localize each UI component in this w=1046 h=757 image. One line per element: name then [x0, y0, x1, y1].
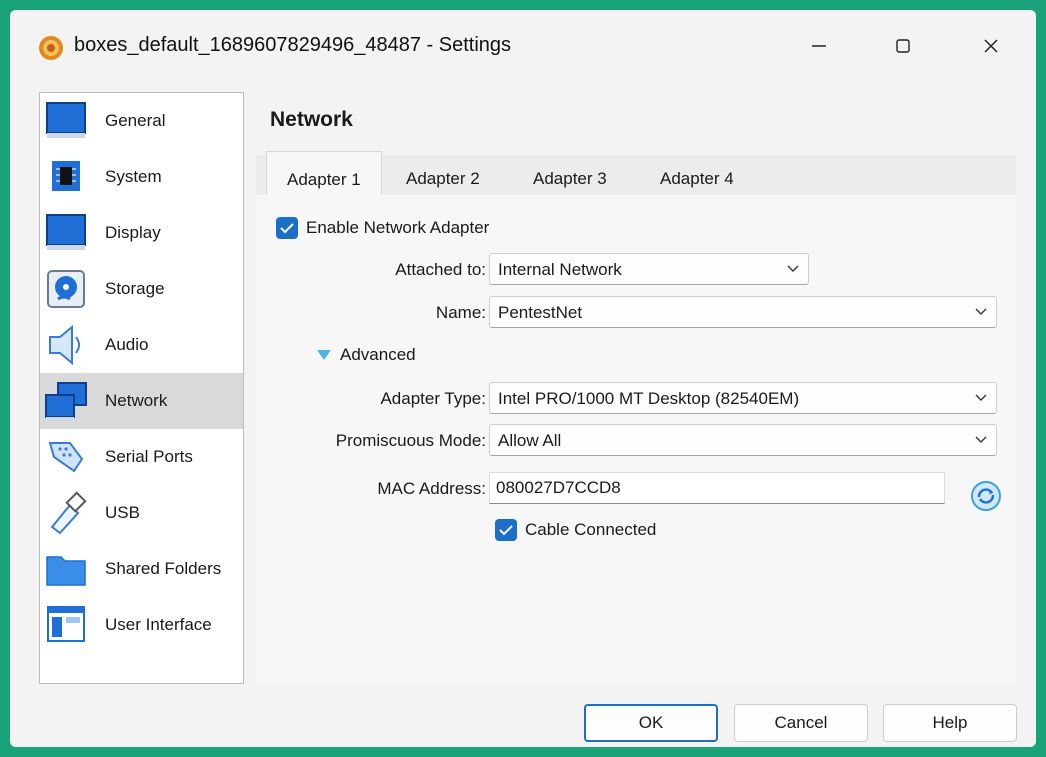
promiscuous-mode-select[interactable]: Allow All — [489, 424, 997, 456]
sidebar-item-network[interactable]: Network — [40, 373, 243, 429]
attached-to-label: Attached to: — [395, 260, 486, 279]
chevron-down-icon — [975, 436, 987, 443]
adapter-tabs: Adapter 1 Adapter 2 Adapter 3 Adapter 4 — [256, 151, 1016, 195]
virtualbox-gear-icon — [39, 36, 63, 60]
tab-adapter-1[interactable]: Adapter 1 — [266, 151, 382, 195]
mac-address-input[interactable] — [496, 478, 926, 498]
enable-adapter-checkbox[interactable] — [276, 217, 298, 239]
mac-address-field[interactable] — [489, 472, 945, 504]
attached-to-value: Internal Network — [498, 260, 622, 279]
maximize-button[interactable] — [880, 28, 926, 64]
sidebar-item-label: Shared Folders — [105, 559, 222, 578]
tab-adapter-4[interactable]: Adapter 4 — [660, 155, 734, 195]
settings-window: boxes_default_1689607829496_48487 - Sett… — [10, 10, 1036, 747]
cable-connected-checkbox[interactable] — [495, 519, 517, 541]
network-icon — [45, 382, 87, 421]
serial-port-icon — [48, 442, 84, 473]
checkmark-icon — [499, 525, 513, 536]
triangle-down-icon — [317, 350, 331, 360]
sidebar-item-label: Audio — [105, 335, 149, 354]
generate-mac-button[interactable] — [970, 480, 1002, 512]
sidebar-item-label: Network — [105, 391, 168, 410]
window-title: boxes_default_1689607829496_48487 - Sett… — [74, 34, 512, 56]
cable-connected-label: Cable Connected — [525, 520, 657, 539]
mac-address-label: MAC Address: — [377, 479, 486, 498]
enable-adapter-label: Enable Network Adapter — [306, 218, 490, 237]
sidebar-item-user-interface[interactable]: User Interface — [40, 597, 243, 653]
tab-adapter-3[interactable]: Adapter 3 — [533, 155, 607, 195]
close-icon — [984, 39, 998, 53]
sidebar-item-label: USB — [105, 503, 140, 522]
user-interface-icon — [47, 606, 85, 642]
sidebar-item-shared-folders[interactable]: Shared Folders — [40, 541, 243, 597]
sidebar-item-system[interactable]: System — [40, 149, 243, 205]
name-label: Name: — [435, 303, 486, 322]
promiscuous-mode-value: Allow All — [498, 431, 562, 450]
sidebar-item-audio[interactable]: Audio — [40, 317, 243, 373]
cancel-button[interactable]: Cancel — [734, 704, 868, 742]
promiscuous-mode-label: Promiscuous Mode: — [335, 431, 486, 450]
sidebar-item-general[interactable]: General — [40, 93, 243, 149]
advanced-label: Advanced — [340, 345, 416, 364]
chevron-down-icon — [975, 394, 987, 401]
page-title: Network — [270, 108, 353, 131]
tab-adapter-2[interactable]: Adapter 2 — [406, 155, 480, 195]
folder-icon — [46, 556, 86, 586]
checkmark-icon — [280, 223, 294, 234]
display-monitor-icon — [46, 214, 86, 250]
usb-icon — [50, 491, 87, 535]
network-name-select[interactable]: PentestNet — [489, 296, 997, 328]
help-button[interactable]: Help — [883, 704, 1017, 742]
sidebar-item-label: General — [105, 111, 166, 130]
adapter-type-select[interactable]: Intel PRO/1000 MT Desktop (82540EM) — [489, 382, 997, 414]
audio-speaker-icon — [49, 324, 80, 366]
general-icon — [46, 102, 86, 138]
maximize-icon — [896, 39, 910, 53]
settings-sidebar: General System Display Storage Audio Net… — [39, 92, 244, 684]
storage-disk-icon — [47, 270, 85, 308]
sidebar-item-label: Display — [105, 223, 161, 242]
chevron-down-icon — [975, 308, 987, 315]
attached-to-select[interactable]: Internal Network — [489, 253, 809, 285]
advanced-toggle[interactable]: Advanced — [316, 345, 436, 369]
adapter-type-label: Adapter Type: — [380, 389, 486, 408]
minimize-button[interactable] — [796, 28, 842, 64]
sidebar-item-label: User Interface — [105, 615, 212, 634]
adapter-type-value: Intel PRO/1000 MT Desktop (82540EM) — [498, 389, 800, 408]
sidebar-item-label: Storage — [105, 279, 165, 298]
ok-button[interactable]: OK — [584, 704, 718, 742]
sidebar-item-display[interactable]: Display — [40, 205, 243, 261]
system-chip-icon — [52, 161, 80, 191]
network-name-value: PentestNet — [498, 303, 583, 322]
sidebar-item-storage[interactable]: Storage — [40, 261, 243, 317]
close-button[interactable] — [968, 28, 1014, 64]
sidebar-item-label: Serial Ports — [105, 447, 193, 466]
title-bar: boxes_default_1689607829496_48487 - Sett… — [10, 10, 1036, 82]
sidebar-item-usb[interactable]: USB — [40, 485, 243, 541]
refresh-mac-icon — [971, 481, 1001, 511]
sidebar-item-serial-ports[interactable]: Serial Ports — [40, 429, 243, 485]
chevron-down-icon — [787, 265, 799, 272]
sidebar-item-label: System — [105, 167, 162, 186]
minimize-icon — [812, 45, 826, 47]
